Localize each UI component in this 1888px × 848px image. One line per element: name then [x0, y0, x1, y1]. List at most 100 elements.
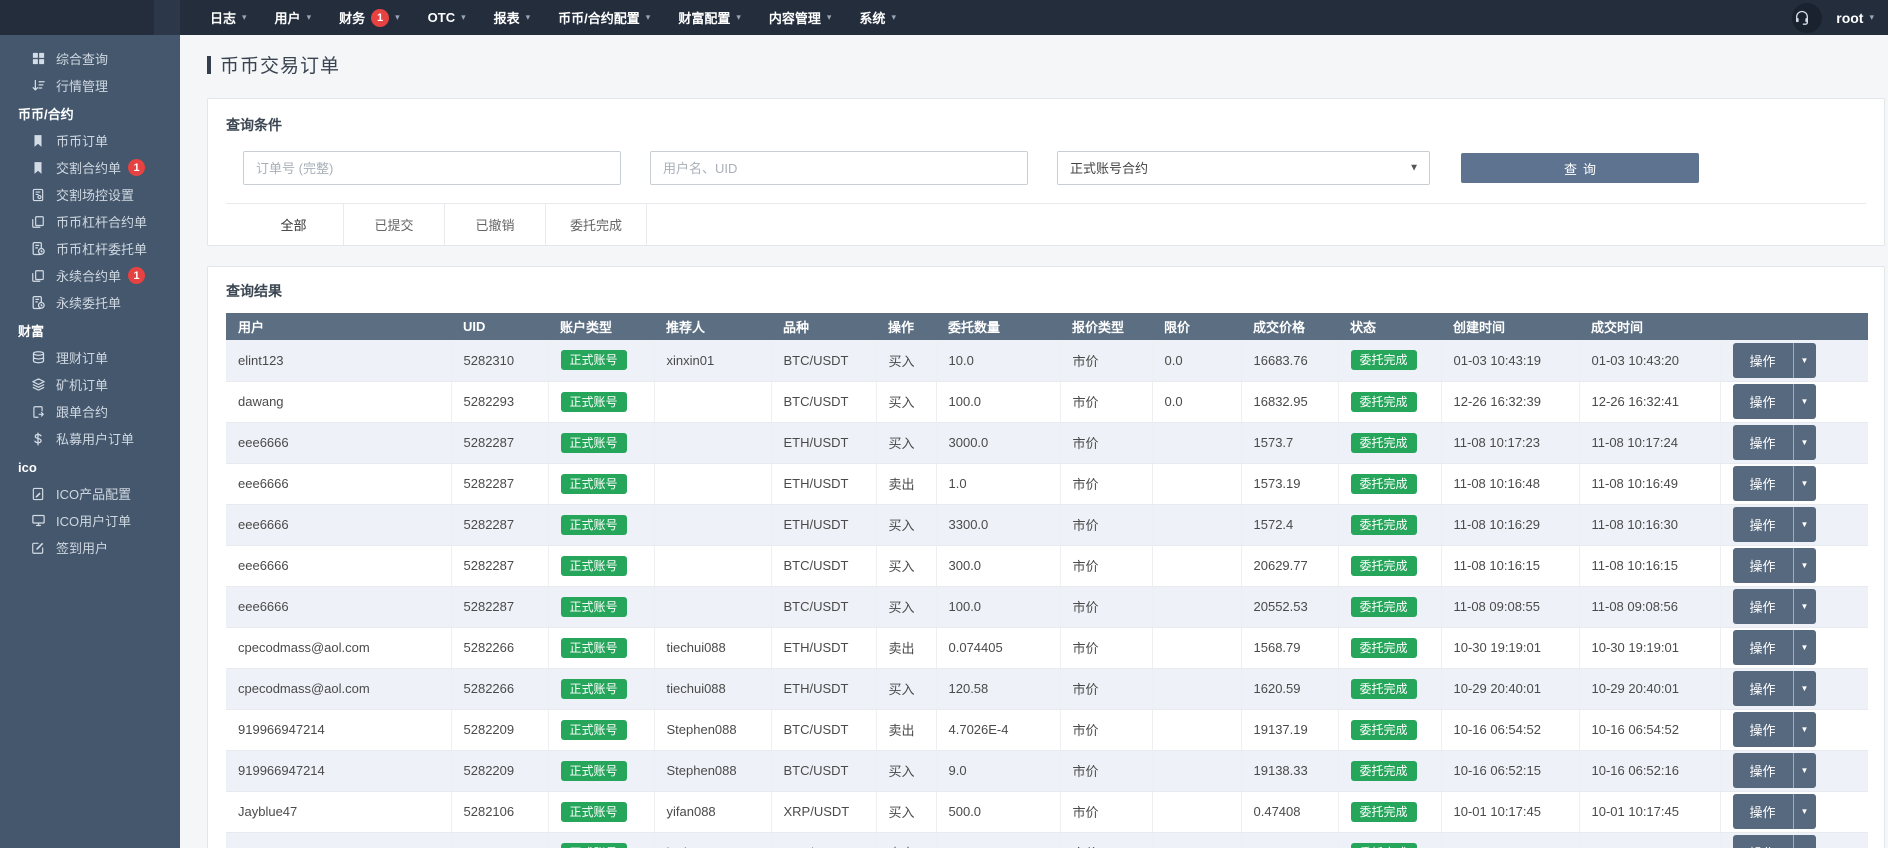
sidebar-item-checkin-users[interactable]: 签到用户	[0, 534, 180, 561]
created-cell: 12-26 16:32:39	[1441, 381, 1579, 422]
sidebar-item-miner-orders[interactable]: 矿机订单	[0, 371, 180, 398]
nav-item-system[interactable]: 系统▾	[845, 0, 910, 35]
doc-gear-icon	[30, 187, 46, 203]
side-cell: 买入	[876, 668, 936, 709]
action-dropdown-button[interactable]: ▼	[1793, 507, 1816, 542]
action-dropdown-button[interactable]: ▼	[1793, 589, 1816, 624]
action-button[interactable]: 操作	[1733, 671, 1793, 706]
sidebar-item-coin-orders[interactable]: 币币订单	[0, 127, 180, 154]
sidebar-item-label: 永续委托单	[56, 293, 121, 312]
table-row: 9199669472145282209正式账号Stephen088BTC/USD…	[226, 750, 1868, 791]
side-cell: 买入	[876, 340, 936, 381]
action-split-button: 操作▼	[1733, 794, 1816, 829]
nav-item-label: 财富配置	[678, 8, 730, 27]
nav-item-reports[interactable]: 报表▾	[480, 0, 545, 35]
account-type-badge: 正式账号	[561, 679, 627, 699]
action-dropdown-button[interactable]: ▼	[1793, 794, 1816, 829]
action-button[interactable]: 操作	[1733, 589, 1793, 624]
action-cell: 操作▼	[1720, 627, 1868, 668]
action-cell: 操作▼	[1720, 586, 1868, 627]
action-button[interactable]: 操作	[1733, 712, 1793, 747]
action-dropdown-button[interactable]: ▼	[1793, 384, 1816, 419]
sidebar-item-finance-orders[interactable]: 理财订单	[0, 344, 180, 371]
sidebar-item-copy-trade-contracts[interactable]: 跟单合约	[0, 398, 180, 425]
navbar-right: root ▾	[1792, 0, 1888, 35]
action-dropdown-button[interactable]: ▼	[1793, 753, 1816, 788]
action-button[interactable]: 操作	[1733, 466, 1793, 501]
nav-item-wealth-config[interactable]: 财富配置▾	[664, 0, 755, 35]
action-cell: 操作▼	[1720, 340, 1868, 381]
account-type-badge: 正式账号	[561, 474, 627, 494]
status-badge: 委托完成	[1351, 392, 1417, 412]
tab-all[interactable]: 全部	[243, 204, 344, 245]
status-cell: 委托完成	[1338, 668, 1441, 709]
nav-item-logs[interactable]: 日志▾	[196, 0, 261, 35]
user-cell: cpecodmass@aol.com	[226, 627, 451, 668]
sidebar-item-margin-contract-orders[interactable]: 币币杠杆合约单	[0, 208, 180, 235]
tab-cancelled[interactable]: 已撤销	[445, 204, 546, 245]
action-dropdown-button[interactable]: ▼	[1793, 425, 1816, 460]
user-cell: elint123	[226, 340, 451, 381]
sidebar-item-perpetual-entrust-orders[interactable]: 永续委托单	[0, 289, 180, 316]
action-dropdown-button[interactable]: ▼	[1793, 343, 1816, 378]
action-button[interactable]: 操作	[1733, 835, 1793, 848]
account-type-badge: 正式账号	[561, 802, 627, 822]
action-dropdown-button[interactable]: ▼	[1793, 466, 1816, 501]
sidebar-item-private-fund-orders[interactable]: 私募用户订单	[0, 425, 180, 452]
action-dropdown-button[interactable]: ▼	[1793, 835, 1816, 848]
account-type-badge: 正式账号	[561, 515, 627, 535]
account-type-select[interactable]: 正式账号合约	[1057, 151, 1430, 185]
dealt-cell: 10-29 20:40:01	[1579, 668, 1720, 709]
action-button[interactable]: 操作	[1733, 548, 1793, 583]
price-type-cell: 市价	[1060, 791, 1152, 832]
user-menu[interactable]: root ▾	[1836, 10, 1874, 26]
headset-button[interactable]	[1792, 3, 1822, 33]
nav-item-finance[interactable]: 财务1▾	[325, 0, 414, 35]
account-type-badge: 正式账号	[561, 392, 627, 412]
action-button[interactable]: 操作	[1733, 753, 1793, 788]
action-button[interactable]: 操作	[1733, 794, 1793, 829]
action-button[interactable]: 操作	[1733, 630, 1793, 665]
table-row: 9199669472145282209正式账号Stephen088BTC/USD…	[226, 709, 1868, 750]
action-dropdown-button[interactable]: ▼	[1793, 712, 1816, 747]
monitor-icon	[30, 513, 46, 529]
sidebar-item-ico-product-config[interactable]: ICO产品配置	[0, 480, 180, 507]
pair-cell: BTC/USDT	[771, 586, 876, 627]
deal-price-cell: 19707.15	[1241, 832, 1338, 848]
sidebar-item-ico-user-orders[interactable]: ICO用户订单	[0, 507, 180, 534]
action-button[interactable]: 操作	[1733, 507, 1793, 542]
chevron-down-icon: ▾	[1869, 12, 1874, 23]
sidebar-item-delivery-control-settings[interactable]: 交割场控设置	[0, 181, 180, 208]
created-cell: 10-30 19:19:01	[1441, 627, 1579, 668]
order-number-input[interactable]	[243, 151, 621, 185]
sidebar-item-perpetual-contract-orders[interactable]: 永续合约单1	[0, 262, 180, 289]
action-dropdown-button[interactable]: ▼	[1793, 548, 1816, 583]
sidebar-item-delivery-contract-orders[interactable]: 交割合约单1	[0, 154, 180, 181]
account-type-badge: 正式账号	[561, 597, 627, 617]
sidebar-item-margin-entrust-orders[interactable]: 币币杠杆委托单	[0, 235, 180, 262]
sidebar-item-summary-query[interactable]: 综合查询	[0, 45, 180, 72]
action-button[interactable]: 操作	[1733, 384, 1793, 419]
uid-cell: 5282310	[451, 340, 548, 381]
action-button[interactable]: 操作	[1733, 425, 1793, 460]
nav-item-otc[interactable]: OTC▾	[414, 0, 480, 35]
action-button[interactable]: 操作	[1733, 343, 1793, 378]
nav-item-label: 日志	[210, 8, 236, 27]
dealt-cell: 09-30 09:57:29	[1579, 832, 1720, 848]
action-dropdown-button[interactable]: ▼	[1793, 671, 1816, 706]
tab-completed[interactable]: 委托完成	[546, 204, 647, 245]
nav-item-coin-contract-config[interactable]: 币币/合约配置▾	[544, 0, 664, 35]
action-dropdown-button[interactable]: ▼	[1793, 630, 1816, 665]
chevron-down-icon: ▾	[891, 12, 896, 23]
search-button[interactable]: 查询	[1461, 153, 1699, 183]
title-accent-bar	[207, 56, 211, 74]
status-cell: 委托完成	[1338, 627, 1441, 668]
dealt-cell: 12-26 16:32:41	[1579, 381, 1720, 422]
username-uid-input[interactable]	[650, 151, 1028, 185]
nav-item-content-manage[interactable]: 内容管理▾	[755, 0, 846, 35]
doc-export-icon	[30, 404, 46, 420]
tab-submitted[interactable]: 已提交	[344, 204, 445, 245]
sidebar-item-market-manage[interactable]: 行情管理	[0, 72, 180, 99]
nav-item-users[interactable]: 用户▾	[261, 0, 326, 35]
sidebar-item-label: 签到用户	[56, 538, 108, 557]
